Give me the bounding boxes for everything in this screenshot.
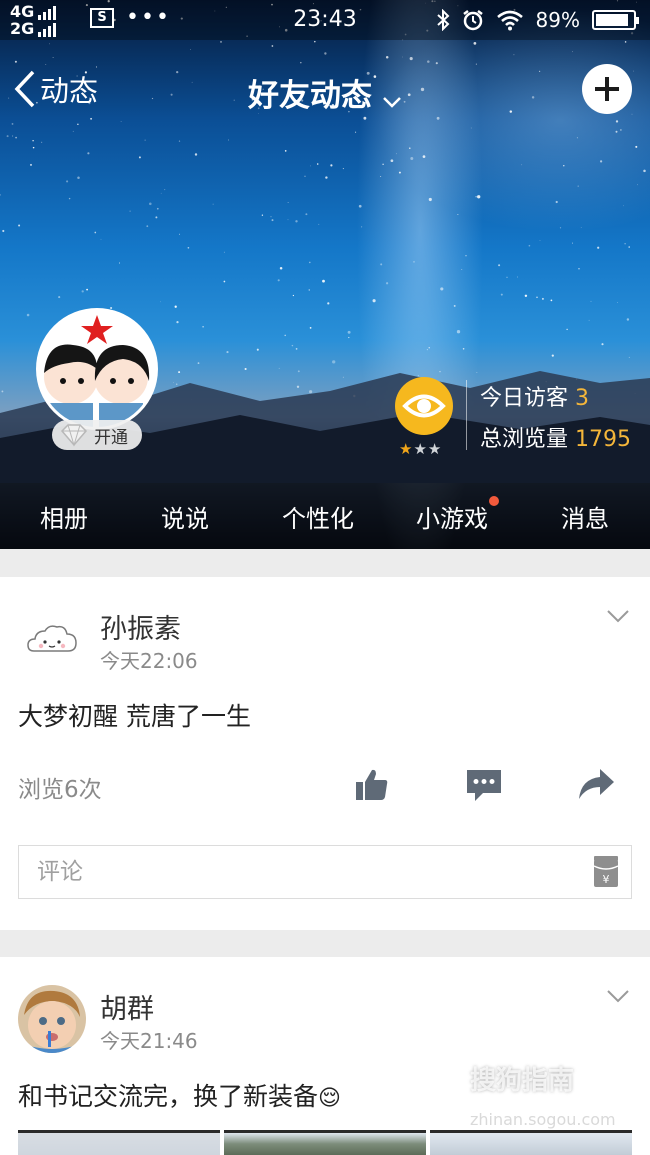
child-photo-avatar [18, 985, 86, 1053]
profile-avatar[interactable] [36, 308, 158, 430]
visits-today-label: 今日访客 [480, 386, 569, 411]
chevron-down-icon[interactable] [606, 609, 630, 623]
comment-button[interactable] [464, 765, 504, 805]
post-author-name[interactable]: 胡群 [100, 987, 154, 1026]
comment-placeholder: 评论 [37, 859, 83, 885]
vip-open-label: 开通 [94, 427, 128, 448]
relieved-emoji-icon: 😌 [318, 1086, 341, 1111]
cloud-avatar [18, 605, 86, 673]
visits-today-count: 3 [575, 386, 590, 411]
nav-item-personalize[interactable]: 个性化 [282, 499, 354, 534]
post-text: 大梦初醒 荒唐了一生 [18, 702, 251, 731]
post-photo[interactable] [18, 1130, 220, 1155]
like-button[interactable] [352, 765, 392, 805]
battery-icon [592, 10, 639, 30]
nav-item-messages[interactable]: 消息 [561, 499, 609, 534]
cartoon-couple-avatar [39, 311, 155, 427]
visitor-rating-stars: ★★★ [399, 440, 442, 458]
add-post-button[interactable] [582, 64, 632, 114]
post-time: 今天22:06 [100, 649, 198, 673]
red-packet-icon[interactable]: ¥ [593, 856, 619, 888]
comment-input[interactable]: 评论 ¥ [18, 845, 632, 899]
rating-star-icon: ★ [413, 440, 428, 458]
nav-item-moods[interactable]: 说说 [161, 499, 209, 534]
feed-post: 孙振素 今天22:06 大梦初醒 荒唐了一生 浏览6次 评论 ¥ [0, 577, 650, 930]
bluetooth-icon [436, 9, 449, 31]
vip-open-button[interactable]: 开通 [52, 420, 142, 450]
post-author-avatar[interactable] [18, 605, 86, 673]
post-photo[interactable] [430, 1130, 632, 1155]
post-views: 浏览6次 [18, 777, 102, 803]
svg-text:¥: ¥ [603, 873, 610, 886]
visits-total-count: 1795 [575, 427, 632, 452]
chevron-down-icon[interactable] [606, 989, 630, 1003]
post-text-content: 和书记交流完，换了新装备 [18, 1082, 319, 1111]
rating-star-icon: ★ [399, 440, 414, 458]
profile-nav: 相册 说说 个性化 小游戏 消息 [0, 483, 650, 549]
post-text: 和书记交流完，换了新装备😌 [18, 1077, 341, 1113]
title-bar: 动态 好友动态 [0, 62, 650, 118]
visits-total[interactable]: 总浏览量 1795 [480, 421, 631, 453]
post-time: 今天21:46 [100, 1029, 198, 1053]
share-button[interactable] [576, 765, 616, 805]
post-author-avatar[interactable] [18, 985, 86, 1053]
visits-total-label: 总浏览量 [480, 427, 569, 452]
battery-percent: 89% [535, 8, 580, 32]
visitor-eye-button[interactable] [395, 377, 453, 435]
watermark-url: zhinan.sogou.com [470, 1110, 616, 1129]
games-notification-dot [489, 496, 499, 506]
profile-cover: 4G 2G S ••• 23:43 89% 动态 好友动态 开通 ★★★ 今日访… [0, 0, 650, 549]
eye-icon [402, 394, 446, 418]
alarm-icon [462, 10, 483, 31]
divider [466, 380, 467, 450]
rating-star-icon: ★ [427, 440, 443, 458]
visits-today[interactable]: 今日访客 3 [480, 380, 589, 412]
wifi-icon [496, 10, 523, 31]
nav-item-albums[interactable]: 相册 [40, 499, 88, 534]
page-title-dropdown[interactable]: 好友动态 [0, 70, 650, 116]
watermark-logo: 搜狗指南 [470, 1066, 575, 1096]
post-photo[interactable] [224, 1130, 426, 1155]
chevron-down-icon [382, 80, 402, 116]
nav-item-games[interactable]: 小游戏 [416, 499, 488, 534]
diamond-icon [60, 424, 88, 447]
page-title: 好友动态 [248, 78, 372, 114]
status-bar: 4G 2G S ••• 23:43 89% [0, 0, 650, 40]
post-author-name[interactable]: 孙振素 [100, 607, 181, 646]
